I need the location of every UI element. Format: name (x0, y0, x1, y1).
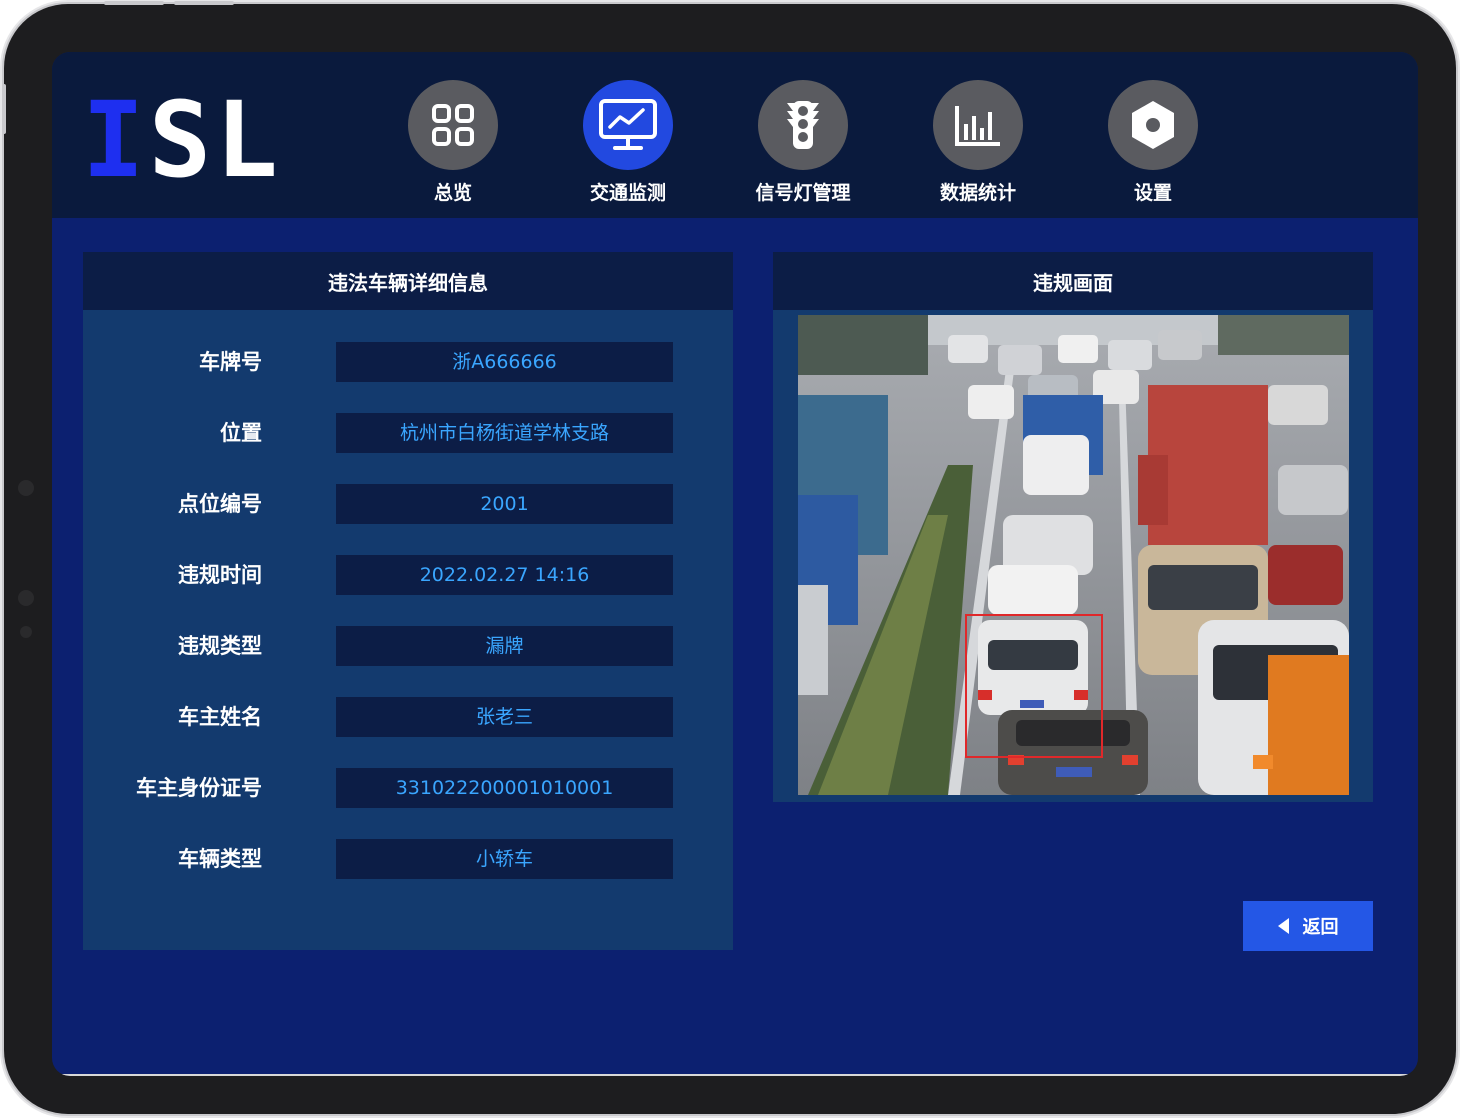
field-label: 车主姓名 (178, 705, 262, 729)
field-label: 位置 (220, 421, 262, 445)
detail-row: 违规类型 漏牌 (83, 626, 733, 666)
detail-row: 车牌号 浙A666666 (83, 342, 733, 382)
detail-row: 车主身份证号 331022200001010001 (83, 768, 733, 808)
nav-label: 数据统计 (939, 182, 1016, 204)
top-navigation-bar: I SL 总览 交通监测 信号灯管理 数据统计 设置 (52, 52, 1418, 218)
isl-logo: I SL (82, 79, 282, 201)
nav-label: 总览 (433, 182, 472, 204)
home-indicator (52, 1074, 1418, 1076)
panel-title: 违法车辆详细信息 (83, 252, 733, 310)
field-value: 浙A666666 (336, 342, 673, 382)
bar-chart-icon (955, 106, 1000, 146)
nav-circle (933, 80, 1023, 170)
tablet-frame: I SL 总览 交通监测 信号灯管理 数据统计 设置 违法车辆详细信息 车牌号 … (2, 1, 1456, 1114)
field-value: 小轿车 (336, 839, 673, 879)
camera-dot (18, 480, 34, 496)
volume-button (2, 84, 6, 134)
nav-circle (1108, 80, 1198, 170)
nav-label: 设置 (1133, 182, 1172, 204)
violation-image-panel: 违规画面 (773, 252, 1373, 802)
detail-row: 车辆类型 小轿车 (83, 839, 733, 879)
app-screen: I SL 总览 交通监测 信号灯管理 数据统计 设置 违法车辆详细信息 车牌号 … (52, 52, 1418, 1076)
grid-icon (432, 104, 474, 146)
field-value: 2022.02.27 14:16 (336, 555, 673, 595)
vehicle-details-panel: 违法车辆详细信息 车牌号 浙A666666 位置 杭州市白杨街道学林支路 点位编… (83, 252, 733, 950)
nav-circle (408, 80, 498, 170)
detail-row: 点位编号 2001 (83, 484, 733, 524)
field-value: 2001 (336, 484, 673, 524)
detail-row: 车主姓名 张老三 (83, 697, 733, 737)
field-label: 车牌号 (199, 350, 262, 374)
nav-label: 交通监测 (589, 182, 666, 204)
settings-hexagon-icon (1132, 101, 1174, 149)
back-arrow-icon (1277, 918, 1289, 934)
nav-item-overview[interactable]: 总览 (378, 80, 528, 205)
field-label: 车主身份证号 (136, 776, 262, 800)
back-button[interactable]: 返回 (1243, 901, 1373, 951)
logo-letters-sl: SL (148, 79, 282, 201)
field-label: 违规类型 (178, 634, 262, 658)
top-button (104, 1, 164, 5)
nav-circle-active (583, 80, 673, 170)
nav-item-statistics[interactable]: 数据统计 (903, 80, 1053, 205)
camera-dot (18, 590, 34, 606)
field-value: 杭州市白杨街道学林支路 (336, 413, 673, 453)
field-label: 违规时间 (178, 563, 262, 587)
field-value: 漏牌 (336, 626, 673, 666)
traffic-scene-image (798, 315, 1349, 795)
nav-label: 信号灯管理 (755, 182, 851, 204)
panel-title: 违规画面 (773, 252, 1373, 310)
nav-item-settings[interactable]: 设置 (1078, 80, 1228, 205)
camera-dot (20, 626, 32, 638)
monitor-chart-icon (599, 99, 657, 150)
field-value: 331022200001010001 (336, 768, 673, 808)
field-label: 车辆类型 (178, 847, 262, 871)
detail-row: 违规时间 2022.02.27 14:16 (83, 555, 733, 595)
detail-row: 位置 杭州市白杨街道学林支路 (83, 413, 733, 453)
nav-item-traffic-monitoring[interactable]: 交通监测 (553, 80, 703, 205)
violation-photo[interactable] (798, 315, 1349, 795)
nav-item-signal-management[interactable]: 信号灯管理 (728, 80, 878, 205)
top-button (174, 1, 234, 5)
nav-circle (758, 80, 848, 170)
traffic-light-icon (787, 101, 819, 149)
back-button-label: 返回 (1302, 917, 1339, 938)
field-value: 张老三 (336, 697, 673, 737)
field-label: 点位编号 (178, 492, 262, 516)
logo-letter-i: I (82, 79, 149, 201)
